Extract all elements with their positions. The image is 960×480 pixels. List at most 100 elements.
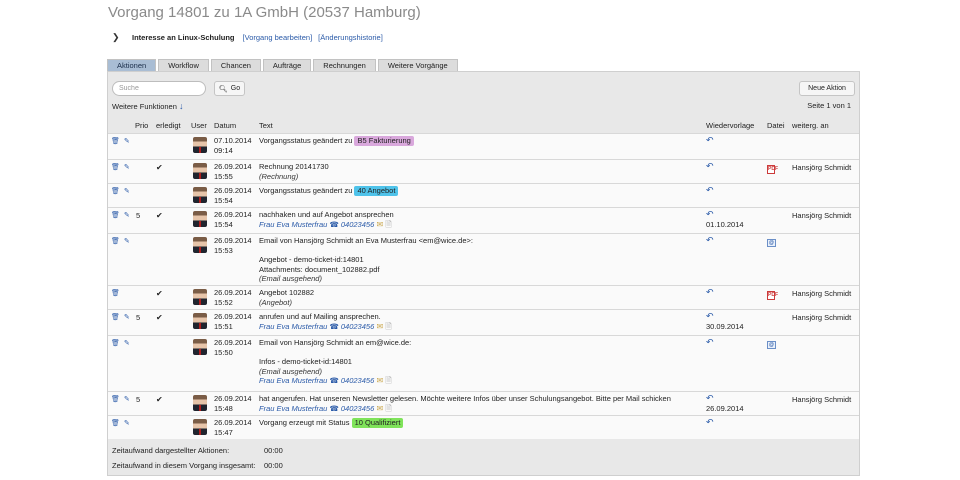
file-cell: @	[767, 237, 776, 247]
pdf-file-icon[interactable]: PDF	[767, 291, 778, 300]
phone-icon[interactable]: ☎	[327, 404, 341, 413]
contact-name[interactable]: Frau Eva Musterfrau	[259, 376, 327, 385]
contact-name[interactable]: Frau Eva Musterfrau	[259, 404, 327, 413]
trash-icon[interactable]: 🗑︎	[111, 211, 120, 221]
email-file-icon[interactable]: @	[767, 239, 776, 247]
checkmark-icon: ✔	[156, 289, 163, 298]
note-icon[interactable]: 🗎︎	[383, 220, 391, 229]
edit-link[interactable]: [Vorgang bearbeiten]	[243, 33, 313, 42]
text-line	[259, 246, 473, 256]
resubmission: ↶	[706, 185, 714, 196]
contact-phone[interactable]: 04023456	[341, 404, 374, 413]
envelope-icon[interactable]: ✉	[374, 220, 383, 229]
col-prio[interactable]: Prio	[135, 121, 148, 130]
go-button[interactable]: 🔍︎ Go	[214, 81, 245, 96]
edit-icon[interactable]: ✎	[124, 339, 130, 349]
contact-name[interactable]: Frau Eva Musterfrau	[259, 220, 327, 229]
status-badge: 40 Angebot	[354, 186, 399, 196]
search-input[interactable]	[112, 81, 206, 96]
reply-arrow-icon[interactable]: ↶	[706, 209, 744, 220]
resubmission: ↶ 26.09.2014	[706, 393, 744, 413]
text-line: Frau Eva Musterfrau ☎ 04023456 ✉ 🗎︎	[259, 220, 394, 230]
contact-phone[interactable]: 04023456	[341, 220, 374, 229]
date-time: 26.09.2014 15:51	[214, 312, 252, 331]
col-resubmission[interactable]: Wiedervorlage	[706, 121, 754, 130]
contact-name[interactable]: Frau Eva Musterfrau	[259, 322, 327, 331]
trash-icon[interactable]: 🗑︎	[111, 289, 120, 299]
col-file[interactable]: Datei	[767, 121, 785, 130]
resubmission: ↶	[706, 337, 714, 348]
reply-arrow-icon[interactable]: ↶	[706, 417, 714, 428]
edit-icon[interactable]: ✎	[124, 211, 130, 221]
envelope-icon[interactable]: ✉	[374, 376, 383, 385]
edit-icon[interactable]: ✎	[124, 395, 130, 405]
table-row: 🗑︎ ✎ 26.09.2014 15:47 Vorgang erzeugt mit St…	[108, 415, 859, 439]
reply-arrow-icon[interactable]: ↶	[706, 185, 714, 196]
note-icon[interactable]: 🗎︎	[383, 376, 391, 385]
trash-icon[interactable]: 🗑︎	[111, 237, 120, 247]
trash-icon[interactable]: 🗑︎	[111, 419, 120, 429]
note-icon[interactable]: 🗎︎	[383, 404, 391, 413]
action-text: Vorgang erzeugt mit Status 10 Qualifizie…	[259, 418, 404, 428]
date-time: 07.10.2014 09:14	[214, 136, 252, 155]
trash-icon[interactable]: 🗑︎	[111, 163, 120, 173]
pdf-file-icon[interactable]: PDF	[767, 165, 778, 174]
avatar	[193, 237, 207, 253]
table-row: 🗑︎ ✔ 26.09.2014 15:52 Angebot 102882 (Angebot…	[108, 285, 859, 309]
tab-aktionen[interactable]: Aktionen	[107, 59, 157, 71]
text-line: Vorgangsstatus geändert zu 40 Angebot	[259, 186, 399, 196]
trash-icon[interactable]: 🗑︎	[111, 313, 120, 323]
trash-icon[interactable]: 🗑︎	[111, 395, 120, 405]
new-action-button[interactable]: Neue Aktion	[799, 81, 855, 96]
tab-weitere-vorg-nge[interactable]: Weitere Vorgänge	[377, 59, 458, 71]
edit-icon[interactable]: ✎	[124, 163, 130, 173]
col-date[interactable]: Datum	[214, 121, 236, 130]
contact-phone[interactable]: 04023456	[341, 322, 374, 331]
more-functions-link[interactable]: Weitere Funktionen ↓	[112, 101, 184, 111]
date-time: 26.09.2014 15:47	[214, 418, 252, 437]
edit-icon[interactable]: ✎	[124, 137, 130, 147]
contact-phone[interactable]: 04023456	[341, 376, 374, 385]
forwarded-to: Hansjörg Schmidt	[792, 163, 852, 172]
tab-chancen[interactable]: Chancen	[210, 59, 261, 71]
envelope-icon[interactable]: ✉	[374, 322, 383, 331]
trash-icon[interactable]: 🗑︎	[111, 339, 120, 349]
edit-icon[interactable]: ✎	[124, 187, 130, 197]
col-forwarded[interactable]: weiterg. an	[792, 121, 829, 130]
reply-arrow-icon[interactable]: ↶	[706, 311, 744, 322]
phone-icon[interactable]: ☎	[327, 322, 341, 331]
trash-icon[interactable]: 🗑︎	[111, 137, 120, 147]
trash-icon[interactable]: 🗑︎	[111, 187, 120, 197]
envelope-icon[interactable]: ✉	[374, 404, 383, 413]
action-text: Vorgangsstatus geändert zu B5 Fakturieru…	[259, 136, 414, 146]
edit-icon[interactable]: ✎	[124, 313, 130, 323]
edit-icon[interactable]: ✎	[124, 419, 130, 429]
table-row: 🗑︎ ✎ 5 ✔ 26.09.2014 15:48 hat angerufen. Hat u…	[108, 391, 859, 415]
reply-arrow-icon[interactable]: ↶	[706, 287, 714, 298]
phone-icon[interactable]: ☎	[327, 220, 341, 229]
chevron-down-icon[interactable]: ❯	[112, 32, 126, 43]
reply-arrow-icon[interactable]: ↶	[706, 235, 714, 246]
col-done[interactable]: erledigt	[156, 121, 181, 130]
tab-rechnungen[interactable]: Rechnungen	[313, 59, 376, 71]
footer-total-value: 00:00	[264, 461, 283, 470]
date-value: 26.09.2014	[214, 338, 252, 347]
col-text[interactable]: Text	[259, 121, 273, 130]
text-line: Frau Eva Musterfrau ☎ 04023456 ✉ 🗎︎	[259, 322, 392, 332]
reply-arrow-icon[interactable]: ↶	[706, 337, 714, 348]
reply-arrow-icon[interactable]: ↶	[706, 161, 714, 172]
phone-icon[interactable]: ☎	[327, 376, 341, 385]
reply-arrow-icon[interactable]: ↶	[706, 135, 714, 146]
note-icon[interactable]: 🗎︎	[383, 322, 391, 331]
reply-arrow-icon[interactable]: ↶	[706, 393, 744, 404]
history-link[interactable]: [Änderungshistorie]	[318, 33, 383, 42]
resubmission-date: 01.10.2014	[706, 219, 744, 229]
tab-workflow[interactable]: Workflow	[158, 59, 209, 71]
row-actions: 🗑︎ ✎	[111, 163, 130, 173]
avatar	[193, 187, 207, 203]
col-user[interactable]: User	[191, 121, 207, 130]
tab-auftr-ge[interactable]: Aufträge	[262, 59, 312, 71]
edit-icon[interactable]: ✎	[124, 237, 130, 247]
email-file-icon[interactable]: @	[767, 341, 776, 349]
footer-shown-value: 00:00	[264, 446, 283, 455]
